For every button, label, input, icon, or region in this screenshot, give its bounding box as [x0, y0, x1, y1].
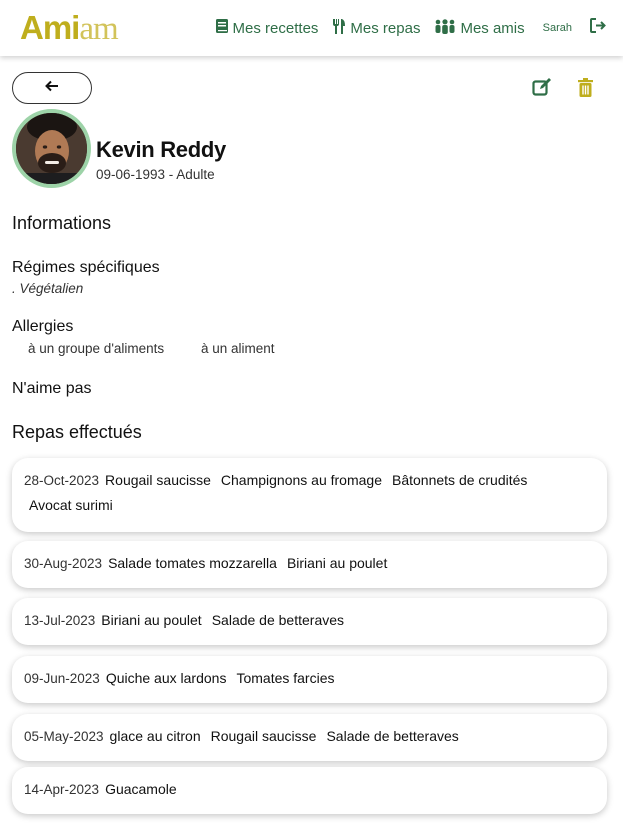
informations-heading: Informations: [12, 213, 112, 233]
meal-card[interactable]: 14-Apr-2023 Guacamole: [12, 767, 607, 814]
meal-line: 28-Oct-2023 Rougail saucisse Champignons…: [24, 472, 537, 488]
logo-text-part2: am: [79, 11, 118, 47]
meal-dish: Tomates farcies: [236, 670, 335, 686]
meal-dish: Guacamole: [105, 781, 177, 797]
meal-dish: Biriani au poulet: [286, 555, 388, 571]
edit-icon: [532, 78, 552, 101]
back-button[interactable]: [12, 72, 92, 104]
meal-dish: glace au citron: [109, 728, 201, 744]
meal-card[interactable]: 13-Jul-2023 Biriani au poulet Salade de …: [12, 598, 607, 645]
nav-my-recipes[interactable]: Mes recettes: [215, 18, 319, 38]
nav-my-meals-label: Mes repas: [350, 19, 421, 37]
meal-line: Avocat surimi: [29, 497, 123, 513]
utensils-icon: [332, 18, 350, 39]
logout-icon: [590, 18, 607, 38]
profile-avatar: [12, 109, 91, 188]
people-group-icon: [434, 18, 460, 38]
meal-line: 30-Aug-2023 Salade tomates mozzarella Bi…: [24, 555, 397, 571]
meal-card[interactable]: 05-May-2023 glace au citron Rougail sauc…: [12, 714, 607, 761]
meal-dish: Bâtonnets de crudités: [392, 472, 528, 488]
meal-line: 09-Jun-2023 Quiche aux lardons Tomates f…: [24, 670, 345, 686]
book-icon: [215, 18, 233, 38]
meal-dish: Biriani au poulet: [101, 612, 202, 628]
meal-card[interactable]: 28-Oct-2023 Rougail saucisse Champignons…: [12, 458, 607, 532]
current-user-name[interactable]: Sarah: [543, 22, 572, 34]
nav-links: Mes recettes Mes repas Mes amis Sarah: [201, 0, 607, 56]
meal-line: 05-May-2023 glace au citron Rougail sauc…: [24, 728, 469, 744]
meal-date: 14-Apr-2023: [24, 782, 100, 797]
dislikes-heading: N'aime pas: [12, 380, 92, 397]
meal-dish: Rougail saucisse: [210, 728, 317, 744]
top-navbar: Amiam Mes recettes Mes repas Mes amis Sa…: [0, 0, 623, 56]
delete-button[interactable]: [577, 78, 594, 102]
diets-heading: Régimes spécifiques: [12, 259, 160, 276]
meal-date: 05-May-2023: [24, 729, 104, 744]
edit-button[interactable]: [532, 78, 552, 102]
profile-name: Kevin Reddy: [96, 137, 226, 162]
allergy-food-link[interactable]: à un aliment: [201, 341, 275, 356]
trash-icon: [577, 78, 594, 101]
meal-dish: Rougail saucisse: [105, 472, 211, 488]
meals-done-heading: Repas effectués: [12, 422, 142, 442]
allergies-heading: Allergies: [12, 318, 74, 335]
profile-birthdate-category: 09-06-1993 - Adulte: [96, 167, 215, 182]
nav-my-friends-label: Mes amis: [460, 19, 525, 37]
meal-dish: Salade de betteraves: [326, 728, 459, 744]
arrow-left-icon: [45, 79, 59, 97]
meal-date: 13-Jul-2023: [24, 613, 96, 628]
logo-text-part1: Ami: [20, 9, 80, 46]
meal-dish: Avocat surimi: [29, 497, 113, 513]
logout-button[interactable]: [590, 18, 607, 38]
meal-line: 13-Jul-2023 Biriani au poulet Salade de …: [24, 612, 354, 628]
allergy-food-group-link[interactable]: à un groupe d'aliments: [28, 341, 164, 356]
meal-dish: Champignons au fromage: [220, 472, 382, 488]
nav-my-meals[interactable]: Mes repas: [332, 18, 420, 39]
nav-my-friends[interactable]: Mes amis: [434, 18, 525, 38]
meal-dish: Salade tomates mozzarella: [108, 555, 277, 571]
meal-card[interactable]: 30-Aug-2023 Salade tomates mozzarella Bi…: [12, 541, 607, 588]
meal-line: 14-Apr-2023 Guacamole: [24, 781, 187, 797]
meal-date: 30-Aug-2023: [24, 556, 103, 571]
app-logo[interactable]: Amiam: [20, 8, 119, 49]
meal-dish: Salade de betteraves: [211, 612, 345, 628]
meal-card[interactable]: 09-Jun-2023 Quiche aux lardons Tomates f…: [12, 656, 607, 703]
meal-dish: Quiche aux lardons: [105, 670, 227, 686]
diet-item: . Végétalien: [12, 281, 84, 296]
meal-date: 09-Jun-2023: [24, 671, 100, 686]
meal-date: 28-Oct-2023: [24, 473, 100, 488]
nav-my-recipes-label: Mes recettes: [232, 19, 319, 37]
